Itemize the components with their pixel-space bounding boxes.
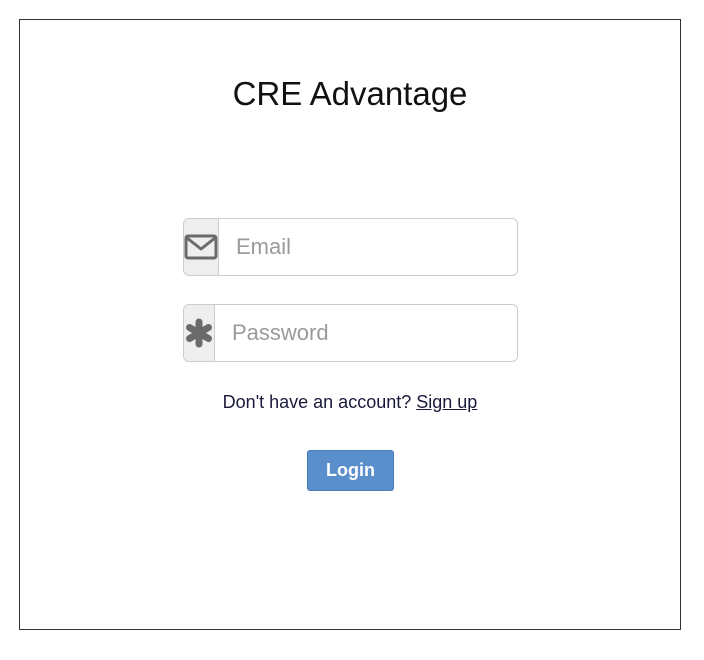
password-input[interactable] [215, 305, 517, 361]
login-panel: CRE Advantage Don't have an account? Sig… [19, 19, 681, 630]
email-field-group [183, 218, 518, 276]
signup-prompt: Don't have an account? Sign up [20, 392, 680, 413]
page-title: CRE Advantage [232, 75, 468, 112]
password-field-group [183, 304, 518, 362]
login-button[interactable]: Login [307, 450, 394, 491]
email-addon [184, 219, 219, 275]
signup-prompt-text: Don't have an account? [222, 392, 412, 412]
asterisk-icon [186, 318, 212, 348]
password-addon [184, 305, 215, 361]
envelope-icon [184, 234, 218, 260]
email-input[interactable] [219, 219, 517, 275]
signup-link[interactable]: Sign up [416, 392, 477, 412]
